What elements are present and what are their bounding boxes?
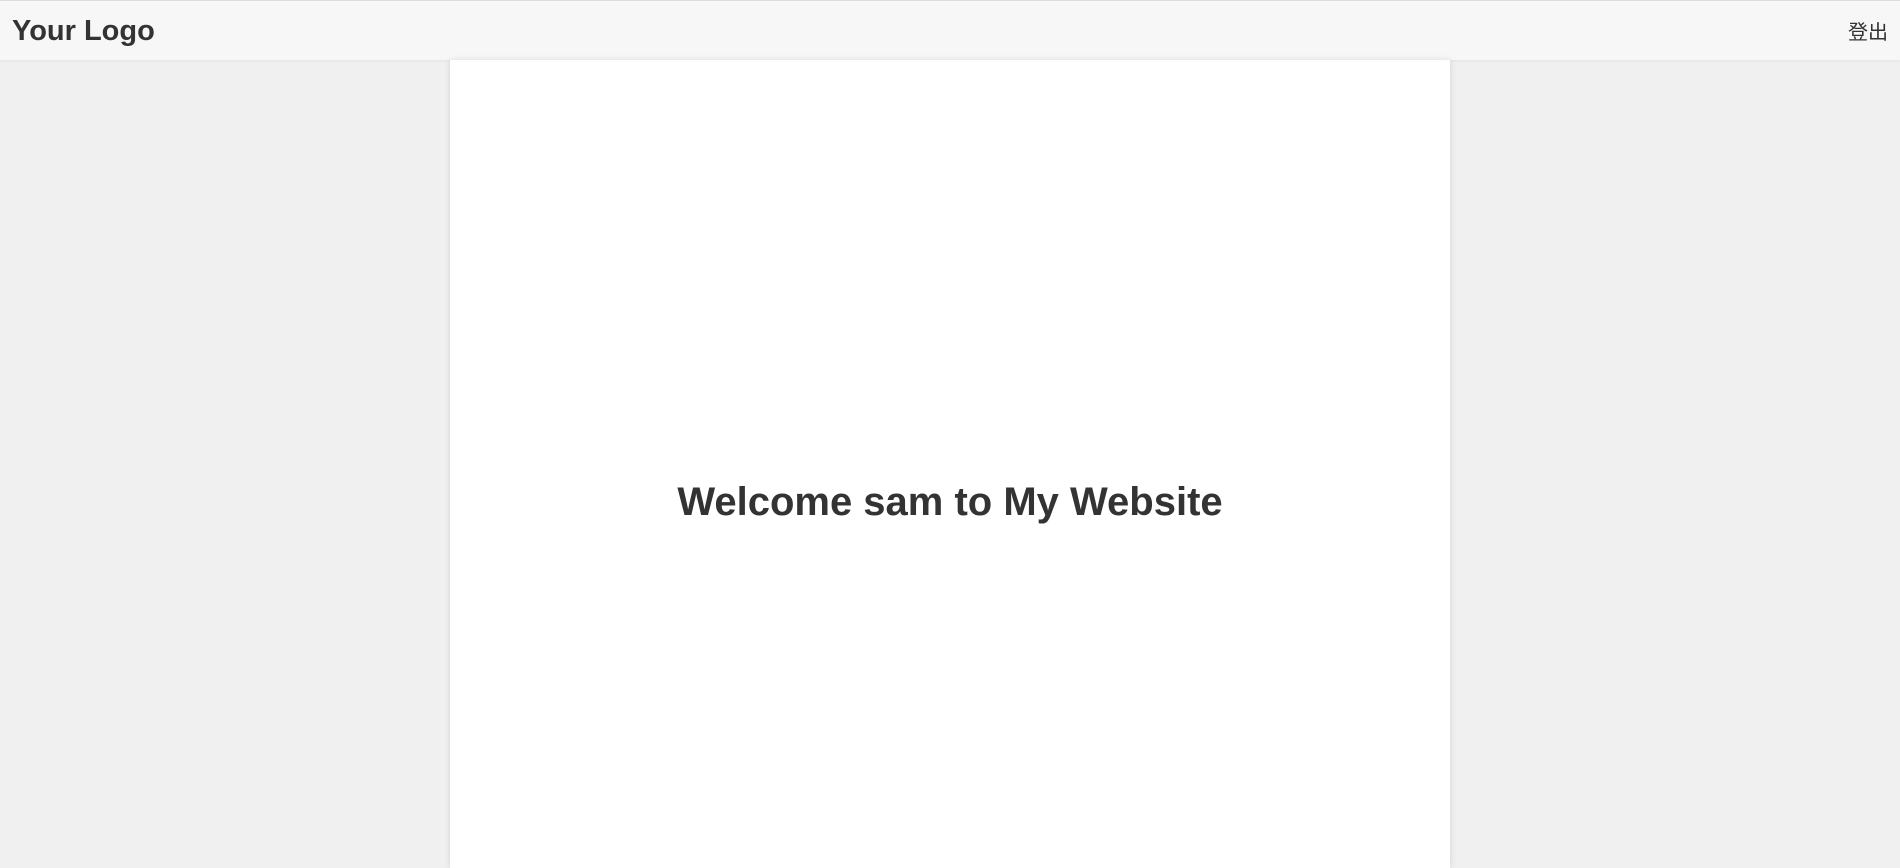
top-header: Your Logo 登出 <box>0 0 1900 60</box>
welcome-heading: Welcome sam to My Website <box>677 480 1223 524</box>
logout-link[interactable]: 登出 <box>1848 20 1888 46</box>
site-logo[interactable]: Your Logo <box>12 13 155 49</box>
main-content-panel: Welcome sam to My Website <box>450 60 1450 868</box>
